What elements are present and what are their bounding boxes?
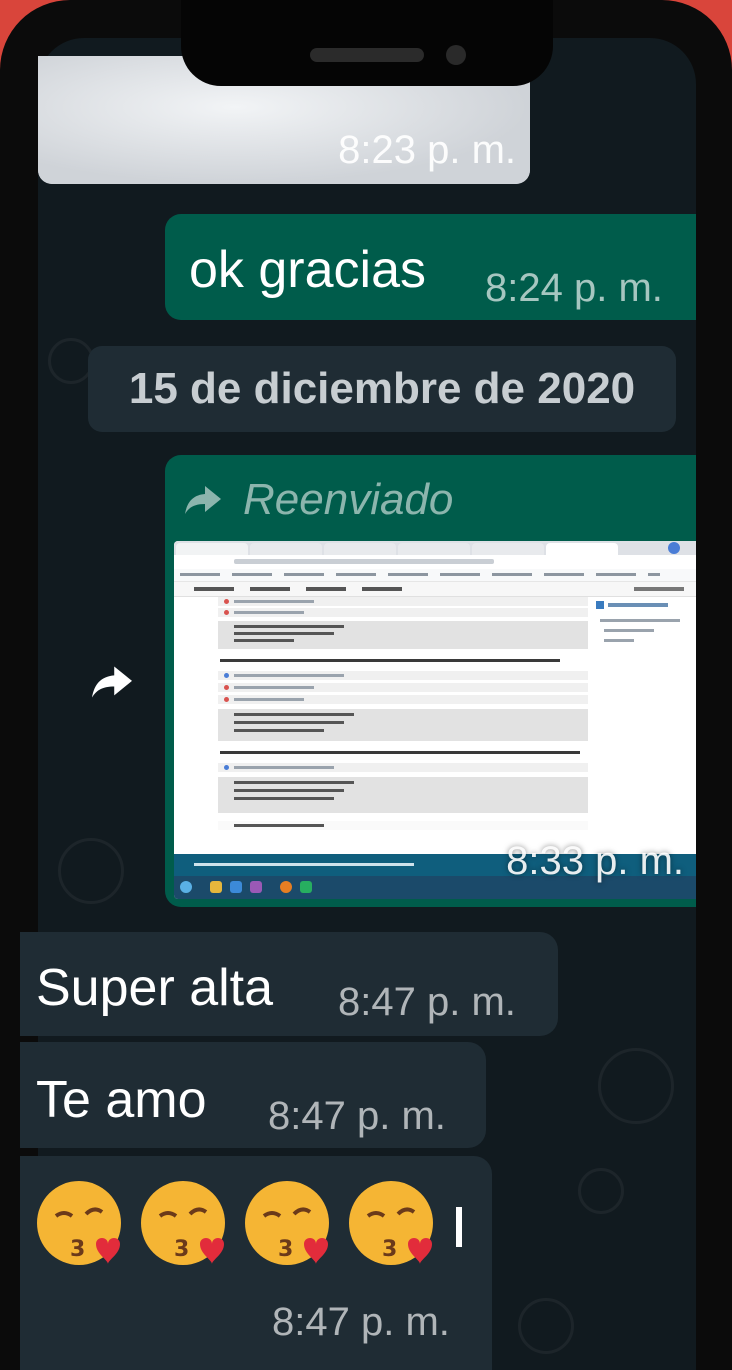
message-text: Super alta bbox=[36, 959, 274, 1017]
forwarded-text: Reenviado bbox=[243, 475, 454, 524]
app-icon bbox=[230, 881, 242, 893]
wallpaper-doodle bbox=[518, 1298, 574, 1354]
kiss-emoji-icon: 3 bbox=[349, 1181, 433, 1265]
grade-row bbox=[218, 608, 588, 617]
browser-tab bbox=[398, 543, 470, 555]
speaker bbox=[310, 48, 424, 62]
browser-tab bbox=[546, 543, 618, 555]
share-button[interactable] bbox=[86, 656, 138, 708]
browser-profile-icon bbox=[668, 542, 680, 554]
svg-text:3: 3 bbox=[70, 1237, 85, 1262]
browser-tab bbox=[250, 543, 322, 555]
admin-panel bbox=[594, 599, 694, 679]
text-cursor bbox=[456, 1207, 462, 1247]
grade-row bbox=[218, 683, 588, 692]
svg-text:3: 3 bbox=[174, 1237, 189, 1262]
grade-row bbox=[218, 695, 588, 704]
svg-text:3: 3 bbox=[382, 1237, 397, 1262]
browser-tab bbox=[472, 543, 544, 555]
browser-tab bbox=[176, 543, 248, 555]
wallpaper-doodle bbox=[578, 1168, 624, 1214]
share-icon bbox=[92, 666, 132, 698]
grade-row bbox=[218, 763, 588, 772]
front-camera bbox=[446, 45, 466, 65]
grade-row bbox=[218, 777, 588, 813]
grade-row bbox=[218, 709, 588, 741]
grade-section bbox=[210, 655, 590, 666]
message-time: 8:47 p. m. bbox=[272, 1300, 450, 1344]
grade-row bbox=[218, 821, 588, 830]
folder-icon bbox=[210, 881, 222, 893]
message-time: 8:47 p. m. bbox=[268, 1094, 446, 1138]
message-time: 8:24 p. m. bbox=[485, 266, 663, 310]
menu-user bbox=[634, 587, 684, 591]
forwarded-label: Reenviado bbox=[185, 475, 453, 525]
outgoing-message[interactable]: ok gracias 8:24 p. m. bbox=[165, 214, 696, 320]
grade-row bbox=[218, 671, 588, 680]
phone-notch bbox=[181, 0, 553, 86]
kiss-emoji-icon: 3 bbox=[141, 1181, 225, 1265]
message-text: Te amo bbox=[36, 1071, 207, 1129]
bookmark-items bbox=[180, 573, 660, 576]
site-menu bbox=[174, 582, 696, 597]
browser-tab bbox=[324, 543, 396, 555]
firefox-icon bbox=[280, 881, 292, 893]
message-time: 8:47 p. m. bbox=[338, 980, 516, 1024]
date-separator: 15 de diciembre de 2020 bbox=[88, 346, 676, 432]
svg-text:3: 3 bbox=[278, 1237, 293, 1262]
kiss-emoji-icon: 3 bbox=[37, 1181, 121, 1265]
incoming-message[interactable]: Te amo 8:47 p. m. bbox=[20, 1042, 486, 1148]
app-icon bbox=[300, 881, 312, 893]
grade-row bbox=[218, 597, 588, 606]
forward-arrow-icon bbox=[185, 486, 221, 514]
grade-section bbox=[210, 747, 590, 758]
message-text: ok gracias bbox=[189, 241, 426, 299]
wallpaper-doodle bbox=[58, 838, 124, 904]
browser-tabs bbox=[174, 541, 696, 555]
address-bar bbox=[174, 555, 696, 570]
message-time: 8:33 p. m. bbox=[506, 839, 684, 883]
incoming-message[interactable]: Super alta 8:47 p. m. bbox=[20, 932, 558, 1036]
forwarded-image-message[interactable]: Reenviado 8:33 p. m. bbox=[165, 455, 696, 907]
grade-row bbox=[218, 621, 588, 649]
app-icon bbox=[250, 881, 262, 893]
menu-items bbox=[194, 587, 414, 591]
message-time: 8:23 p. m. bbox=[338, 128, 516, 172]
url-text bbox=[234, 559, 494, 564]
wallpaper-doodle bbox=[598, 1048, 674, 1124]
kiss-emoji-icon: 3 bbox=[245, 1181, 329, 1265]
bookmarks-bar bbox=[174, 569, 696, 582]
start-icon bbox=[180, 881, 192, 893]
